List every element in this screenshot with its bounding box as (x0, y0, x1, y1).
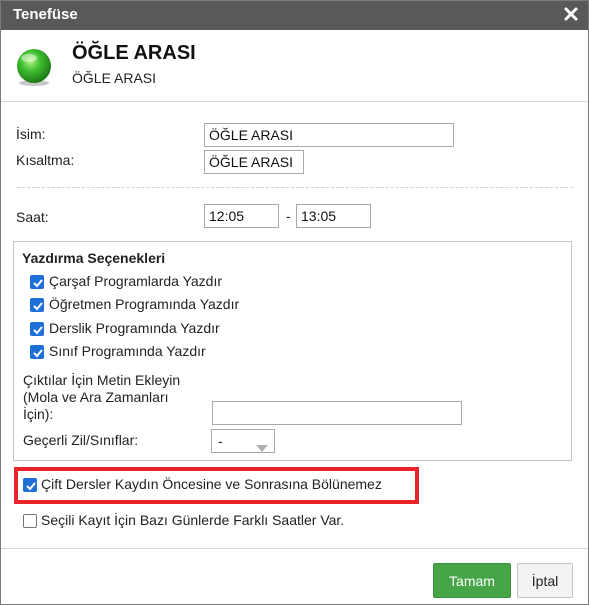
time-label: Saat: (16, 209, 49, 225)
ok-button[interactable]: Tamam (433, 563, 511, 598)
name-input[interactable] (204, 123, 454, 147)
valid-bells-select[interactable]: - (211, 429, 275, 453)
name-label: İsim: (16, 126, 46, 142)
dialog-footer: Tamam İptal (1, 548, 588, 605)
header-subtitle: ÖĞLE ARASI (72, 70, 157, 86)
print-teacher-checkbox[interactable] (30, 298, 44, 312)
print-options-group: Yazdırma Seçenekleri Çarşaf Programlarda… (13, 241, 572, 461)
record-header: ÖĞLE ARASI ÖĞLE ARASI (1, 30, 588, 102)
print-class-checkbox[interactable] (30, 345, 44, 359)
end-time-input[interactable] (296, 204, 371, 228)
print-classroom-label: Derslik Programında Yazdır (49, 320, 220, 336)
time-separator: - (286, 208, 291, 224)
title-bar[interactable]: Tenefüse (1, 1, 588, 30)
separator (17, 187, 573, 188)
print-class-label: Sınıf Programında Yazdır (49, 343, 206, 359)
start-time-input[interactable] (204, 204, 279, 228)
print-options-title: Yazdırma Seçenekleri (22, 250, 166, 266)
valid-bells-value: - (218, 433, 223, 449)
different-hours-checkbox[interactable] (23, 514, 37, 528)
double-lessons-label: Çift Dersler Kaydın Öncesine ve Sonrasın… (41, 476, 382, 492)
cancel-button[interactable]: İptal (517, 563, 573, 598)
output-text-label-line2: (Mola ve Ara Zamanları (23, 389, 169, 405)
valid-bells-label: Geçerli Zil/Sınıflar: (23, 432, 139, 448)
different-hours-label: Seçili Kayıt İçin Bazı Günlerde Farklı S… (41, 512, 345, 528)
header-title: ÖĞLE ARASI (72, 42, 196, 64)
print-teacher-label: Öğretmen Programında Yazdır (49, 296, 240, 312)
short-name-label: Kısaltma: (16, 152, 75, 168)
short-name-input[interactable] (204, 150, 304, 174)
chevron-down-icon (256, 439, 268, 455)
print-sheet-checkbox[interactable] (30, 275, 44, 289)
window-title: Tenefüse (13, 6, 78, 23)
double-lessons-checkbox[interactable] (23, 478, 37, 492)
output-text-label-line1: Çıktılar İçin Metin Ekleyin (23, 372, 181, 388)
print-sheet-label: Çarşaf Programlarda Yazdır (49, 273, 222, 289)
dialog-window: Tenefüse ÖĞLE ARASI ÖĞLE ARASI İsim: ÖĞL… (0, 0, 589, 605)
output-text-label-line3: İçin): (23, 406, 54, 422)
green-ball-icon (14, 47, 54, 87)
print-classroom-checkbox[interactable] (30, 322, 44, 336)
close-icon[interactable] (563, 6, 579, 22)
output-text-input[interactable] (212, 401, 462, 425)
